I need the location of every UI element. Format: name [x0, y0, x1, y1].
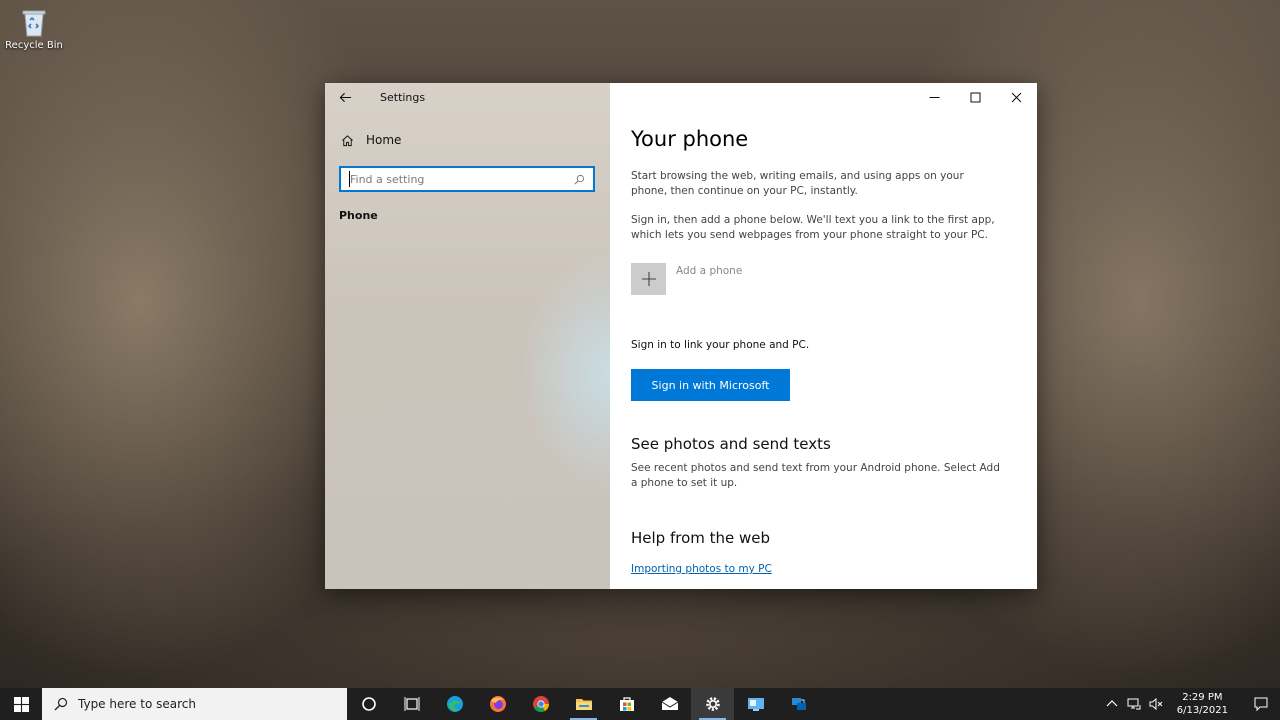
start-button[interactable]: [0, 688, 42, 720]
help-heading: Help from the web: [631, 529, 771, 547]
firefox-taskbar-button[interactable]: [476, 688, 519, 720]
content-pane: Your phone Start browsing the web, writi…: [610, 83, 1037, 589]
settings-search-box[interactable]: [339, 166, 595, 192]
settings-taskbar-button[interactable]: [691, 688, 734, 720]
search-icon[interactable]: [571, 171, 587, 187]
settings-window: Settings Home Phone: [325, 83, 1037, 589]
chevron-up-icon: [1106, 700, 1118, 707]
remote-app-taskbar-button[interactable]: [777, 688, 820, 720]
show-hidden-icons-button[interactable]: [1102, 688, 1122, 720]
maximize-icon: [970, 92, 981, 102]
minimize-icon: [929, 96, 940, 98]
add-phone-plus: [631, 263, 666, 295]
home-label: Home: [366, 133, 402, 147]
clock-time: 2:29 PM: [1182, 692, 1223, 703]
store-bag-icon: [619, 697, 634, 711]
window-title: Settings: [380, 90, 426, 104]
clock-date: 6/13/2021: [1176, 705, 1228, 716]
mail-icon: [661, 697, 678, 710]
signin-info-text: Sign in, then add a phone below. We'll t…: [631, 214, 995, 241]
store-taskbar-button[interactable]: [605, 688, 648, 720]
recycle-bin-label: Recycle Bin: [5, 40, 63, 51]
maximize-button[interactable]: [955, 83, 996, 111]
taskbar: Type here to search 2:29 PM 6/13/2021: [0, 688, 1280, 720]
cortana-button[interactable]: [347, 688, 390, 720]
task-view-icon: [404, 697, 419, 711]
back-button[interactable]: [325, 83, 365, 111]
recycle-bin-icon: [19, 6, 49, 38]
search-icon: [54, 697, 68, 711]
file-explorer-taskbar-button[interactable]: [562, 688, 605, 720]
photos-heading: See photos and send texts: [631, 435, 831, 453]
add-phone-label: Add a phone: [676, 265, 743, 277]
system-tray: 2:29 PM 6/13/2021: [1101, 688, 1280, 720]
monitor-app-icon: [747, 698, 764, 711]
nav-pane: Settings Home Phone: [325, 83, 610, 589]
close-button[interactable]: [996, 83, 1037, 111]
edge-icon: [446, 696, 463, 712]
page-title: Your phone: [631, 127, 749, 151]
titlebar: Settings: [325, 83, 610, 111]
window-controls: [914, 83, 1037, 111]
control-panel-taskbar-button[interactable]: [734, 688, 777, 720]
nav-home[interactable]: Home: [341, 133, 401, 147]
phone-settings-content: Your phone Start browsing the web, writi…: [631, 127, 1001, 576]
add-phone-button[interactable]: Add a phone: [631, 263, 1001, 295]
mail-taskbar-button[interactable]: [648, 688, 691, 720]
volume-button[interactable]: [1146, 688, 1166, 720]
sign-in-with-microsoft-button[interactable]: Sign in with Microsoft: [631, 369, 790, 401]
gear-icon: [705, 697, 720, 711]
windows-logo-icon: [13, 696, 29, 712]
network-button[interactable]: [1124, 688, 1144, 720]
edge-taskbar-button[interactable]: [433, 688, 476, 720]
home-icon: [342, 134, 353, 146]
taskbar-search-placeholder: Type here to search: [78, 697, 196, 711]
settings-search-input[interactable]: [349, 171, 571, 187]
plus-icon: [641, 272, 656, 286]
minimize-button[interactable]: [914, 83, 955, 111]
photos-text: See recent photos and send text from you…: [631, 462, 1000, 489]
volume-muted-icon: [1149, 697, 1163, 711]
folder-icon: [575, 699, 592, 710]
network-app-icon: [791, 698, 806, 710]
importing-photos-link[interactable]: Importing photos to my PC: [631, 563, 772, 575]
firefox-icon: [489, 696, 506, 712]
chrome-taskbar-button[interactable]: [519, 688, 562, 720]
nav-section-phone[interactable]: Phone: [339, 209, 378, 222]
notification-icon: [1254, 697, 1268, 712]
cortana-icon: [361, 697, 376, 711]
taskbar-search-box[interactable]: Type here to search: [42, 688, 347, 720]
back-arrow-icon: [339, 92, 351, 102]
recycle-bin-shortcut[interactable]: Recycle Bin: [4, 4, 64, 51]
chrome-icon: [532, 696, 549, 713]
close-icon: [1011, 92, 1022, 102]
signin-prompt: Sign in to link your phone and PC.: [631, 339, 810, 351]
intro-text: Start browsing the web, writing emails, …: [631, 170, 964, 197]
action-center-button[interactable]: [1242, 688, 1280, 720]
network-icon: [1127, 698, 1141, 710]
taskbar-clock[interactable]: 2:29 PM 6/13/2021: [1177, 691, 1228, 717]
task-view-button[interactable]: [390, 688, 433, 720]
